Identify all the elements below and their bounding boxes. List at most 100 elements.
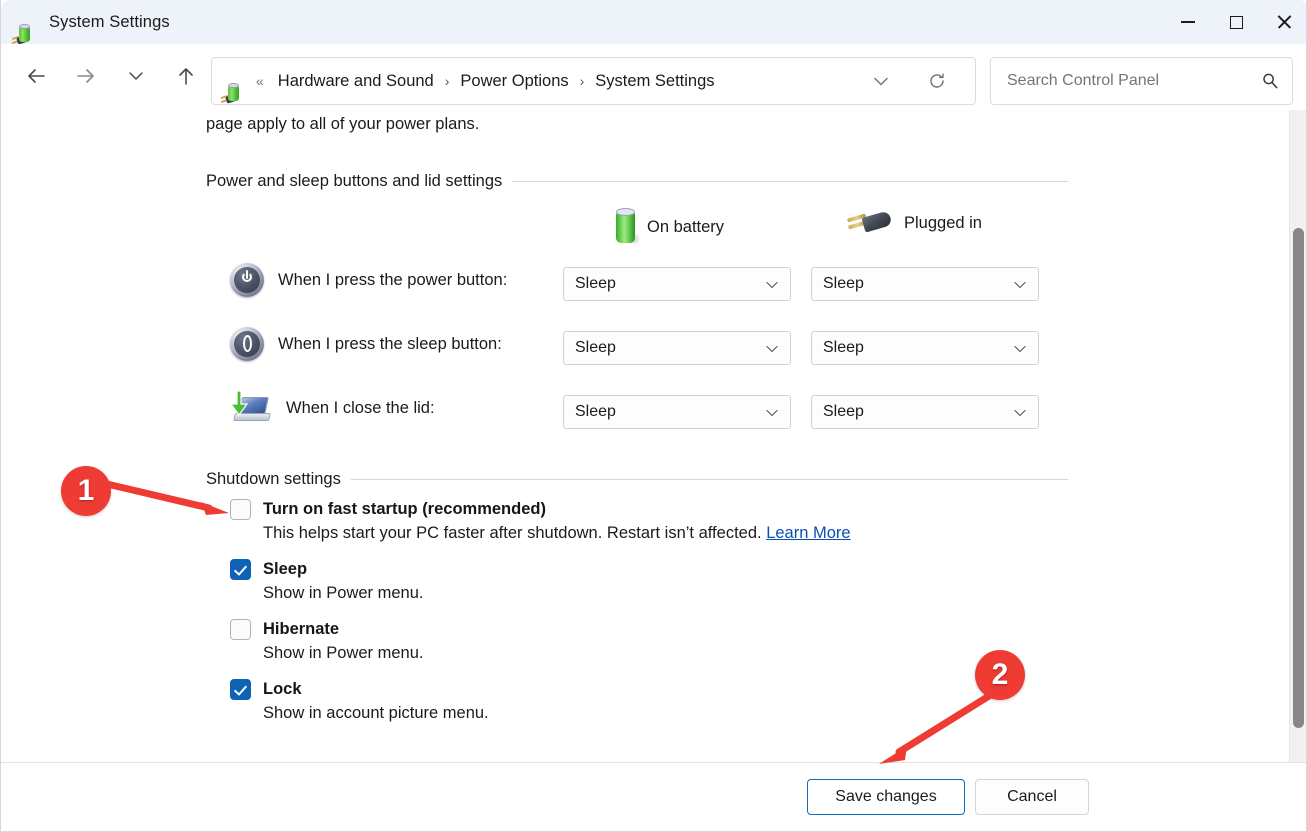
forward-button[interactable] [65,55,107,97]
power-button-icon [230,263,264,297]
setting-label: When I press the power button: [278,270,508,289]
forward-arrow-icon [77,69,94,83]
laptop-lid-icon [229,390,272,425]
chevron-down-icon [1014,281,1026,289]
minimize-button[interactable] [1164,0,1212,44]
refresh-button[interactable] [919,63,955,99]
chevron-down-icon [766,281,778,289]
search-icon[interactable] [1260,71,1280,91]
checkbox-row-lock[interactable]: Lock [230,678,302,700]
checkbox-row-sleep[interactable]: Sleep [230,558,307,580]
back-button[interactable] [15,55,57,97]
dropdown-value: Sleep [823,275,864,292]
column-header-plugged-in: Plugged in [846,208,982,238]
annotation-badge-2: 2 [975,650,1025,700]
close-button[interactable] [1260,0,1306,44]
column-header-on-battery: On battery [613,208,724,246]
dropdown-value: Sleep [575,403,616,420]
dropdown-value: Sleep [823,403,864,420]
minimize-icon [1181,21,1195,23]
annotation-badge-1: 1 [61,466,111,516]
window-controls [1164,0,1306,44]
dropdown-close-lid-plugged-in[interactable]: Sleep [811,395,1039,429]
breadcrumb-overflow[interactable]: « [256,73,264,89]
chevron-down-icon [129,72,143,80]
dropdown-value: Sleep [575,339,616,356]
chevron-down-icon [766,345,778,353]
system-settings-window: System Settings « Hardware and Sound › P… [0,0,1307,832]
chevron-down-icon [1014,409,1026,417]
chevron-down-icon [874,77,888,86]
vertical-scrollbar[interactable] [1289,110,1306,762]
checkbox-fast-startup[interactable] [230,499,251,520]
search-box[interactable] [990,57,1293,105]
setting-label: When I press the sleep button: [278,334,502,353]
power-plug-icon [846,208,894,238]
refresh-icon [930,73,944,88]
dropdown-value: Sleep [575,275,616,292]
address-dropdown-button[interactable] [863,63,899,99]
recent-locations-button[interactable] [115,55,157,97]
search-input[interactable] [1005,71,1234,91]
title-bar: System Settings [1,0,1306,45]
divider [512,181,1068,182]
dropdown-sleep-button-on-battery[interactable]: Sleep [563,331,791,365]
dropdown-value: Sleep [823,339,864,356]
cancel-button[interactable]: Cancel [975,779,1089,815]
up-button[interactable] [165,55,207,97]
divider [350,479,1068,480]
maximize-button[interactable] [1212,0,1260,44]
group-header-label: Power and sleep buttons and lid settings [206,172,503,190]
checkbox-row-hibernate[interactable]: Hibernate [230,618,339,640]
checkbox-label: Turn on fast startup (recommended) [263,500,546,518]
group-header-shutdown-settings: Shutdown settings [206,470,1068,489]
window-title: System Settings [49,12,170,31]
checkbox-description-fast-startup: This helps start your PC faster after sh… [263,524,851,543]
column-label: On battery [647,217,725,236]
up-arrow-icon [179,68,193,85]
breadcrumb[interactable]: « Hardware and Sound › Power Options › S… [211,57,976,105]
sleep-button-icon [230,327,264,361]
maximize-icon [1229,15,1243,29]
breadcrumb-separator: › [579,73,585,89]
checkbox-description-hibernate: Show in Power menu. [263,644,424,662]
scrollbar-thumb[interactable] [1293,228,1304,728]
close-icon [1276,14,1292,30]
breadcrumb-separator: › [444,73,450,89]
checkbox-label: Lock [263,680,302,698]
intro-text: page apply to all of your power plans. [206,115,480,133]
dialog-footer: Save changes Cancel [1,762,1306,831]
dropdown-power-button-plugged-in[interactable]: Sleep [811,267,1039,301]
checkbox-description-lock: Show in account picture menu. [263,704,489,722]
chevron-down-icon [766,409,778,417]
search-icon-glyph [1263,73,1278,89]
learn-more-link[interactable]: Learn More [766,524,850,542]
description-text: This helps start your PC faster after sh… [263,524,762,542]
checkbox-label: Hibernate [263,620,340,638]
setting-label: When I close the lid: [286,398,435,417]
breadcrumb-item-hardware-and-sound[interactable]: Hardware and Sound [272,68,440,95]
dropdown-sleep-button-plugged-in[interactable]: Sleep [811,331,1039,365]
dropdown-close-lid-on-battery[interactable]: Sleep [563,395,791,429]
setting-row-sleep-button: When I press the sleep button: [230,324,502,364]
checkbox-lock[interactable] [230,679,251,700]
checkbox-label: Sleep [263,560,308,578]
checkbox-hibernate[interactable] [230,619,251,640]
group-header-label: Shutdown settings [206,470,341,488]
setting-row-power-button: When I press the power button: [230,260,507,300]
column-label: Plugged in [904,213,982,232]
setting-row-close-lid: When I close the lid: [229,388,435,428]
battery-plug-icon [11,11,37,45]
breadcrumb-item-power-options[interactable]: Power Options [454,68,574,95]
settings-content: page apply to all of your power plans. P… [1,110,1291,762]
breadcrumb-item-system-settings[interactable]: System Settings [589,68,720,95]
down-arrow-green-icon [229,390,249,417]
group-header-power-and-sleep: Power and sleep buttons and lid settings [206,172,1068,191]
save-changes-button[interactable]: Save changes [807,779,965,815]
checkbox-sleep[interactable] [230,559,251,580]
checkbox-row-fast-startup[interactable]: Turn on fast startup (recommended) [230,498,546,520]
battery-icon [613,208,639,246]
back-arrow-icon [28,69,45,83]
dropdown-power-button-on-battery[interactable]: Sleep [563,267,791,301]
checkbox-description-sleep: Show in Power menu. [263,584,424,602]
